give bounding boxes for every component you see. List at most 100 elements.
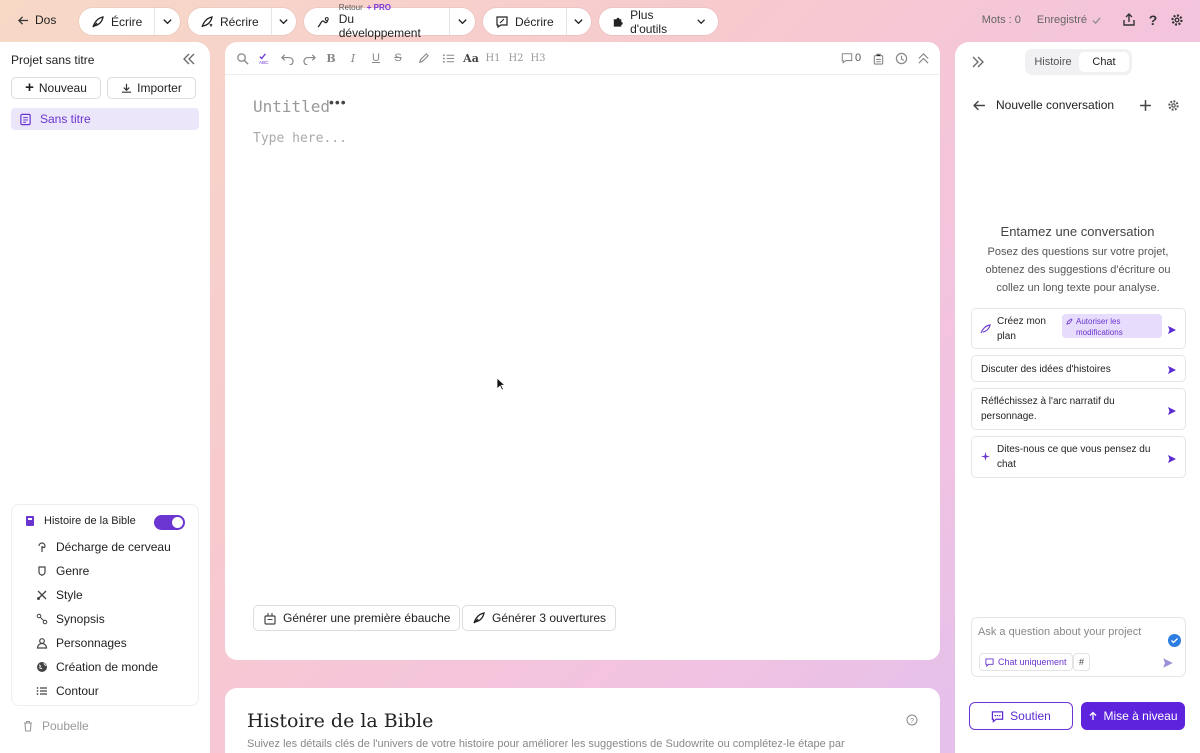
- history-icon[interactable]: [894, 51, 908, 65]
- arrow-up-icon: [1088, 711, 1098, 721]
- underline-icon[interactable]: U: [369, 51, 383, 65]
- search-icon[interactable]: [235, 51, 249, 65]
- upgrade-label: Mise à niveau: [1103, 709, 1178, 723]
- bible-item-outline[interactable]: Contour: [36, 684, 99, 698]
- bible-item-genre[interactable]: Genre: [36, 564, 89, 578]
- undo-icon[interactable]: [280, 51, 294, 65]
- hashtag-chip[interactable]: #: [1073, 653, 1091, 671]
- highlighter-icon[interactable]: [416, 51, 430, 65]
- puzzle-icon: [611, 15, 624, 29]
- arrow-left-icon: [18, 15, 29, 26]
- describe-tool: Décrire: [483, 8, 591, 35]
- write-dropdown[interactable]: [154, 8, 180, 35]
- heading2-icon[interactable]: H2: [508, 51, 523, 65]
- document-body-placeholder[interactable]: Type here...: [253, 131, 347, 146]
- help-circle-icon[interactable]: ?: [906, 714, 918, 726]
- italic-icon[interactable]: I: [346, 51, 360, 65]
- retour-button[interactable]: Retour + PRO Du développement: [304, 3, 449, 40]
- project-title[interactable]: Projet sans titre: [11, 53, 94, 67]
- sparkle-quill-icon: [980, 323, 991, 334]
- plus-icon[interactable]: [1139, 99, 1152, 112]
- send-icon: [1167, 324, 1177, 334]
- bullet-list-icon[interactable]: [441, 51, 455, 65]
- back-button[interactable]: Dos: [18, 13, 56, 27]
- strikethrough-icon[interactable]: S: [391, 51, 405, 65]
- bible-item-worldbuilding[interactable]: Création de monde: [36, 660, 158, 674]
- svg-text:?: ?: [910, 718, 914, 725]
- rewrite-dropdown[interactable]: [270, 8, 296, 35]
- chat-only-chip[interactable]: Chat uniquement: [979, 653, 1073, 671]
- story-bible-toggle[interactable]: [154, 515, 185, 530]
- bible-icon: [24, 515, 36, 527]
- suggestion-character-arc[interactable]: Réfléchissez à l'arc narratif du personn…: [971, 388, 1186, 430]
- redo-icon[interactable]: [302, 51, 316, 65]
- spellcheck-icon[interactable]: ABC: [257, 51, 271, 65]
- bible-item-synopsis[interactable]: Synopsis: [36, 612, 105, 626]
- import-button[interactable]: Importer: [107, 77, 196, 99]
- story-bible-header[interactable]: Histoire de la Bible: [24, 515, 136, 527]
- chevron-down-icon: [696, 19, 705, 25]
- bible-item-label: Contour: [56, 684, 99, 698]
- lock-document-icon[interactable]: [871, 51, 885, 65]
- suggestion-story-ideas[interactable]: Discuter des idées d'histoires: [971, 355, 1186, 382]
- font-size-icon[interactable]: Aa: [463, 51, 479, 65]
- story-bible-panel-title: Histoire de la Bible: [247, 710, 434, 732]
- empty-state-title: Entamez une conversation: [1000, 224, 1155, 239]
- trash-label: Poubelle: [42, 719, 89, 733]
- suggestion-create-plan[interactable]: Créez mon plan Autoriser les modificatio…: [971, 308, 1186, 349]
- retour-dropdown[interactable]: [449, 8, 475, 35]
- rewrite-button[interactable]: Récrire: [188, 8, 271, 35]
- top-toolbar: Dos Écrire Récrire Retour + PRO Du dévelo…: [0, 0, 1200, 42]
- help-icon[interactable]: ?: [1146, 13, 1160, 27]
- verified-check-icon: [1168, 634, 1181, 647]
- bible-item-style[interactable]: Style: [36, 588, 83, 602]
- document-title-placeholder[interactable]: Untitled: [253, 97, 330, 116]
- retour-tool: Retour + PRO Du développement: [304, 3, 475, 40]
- generate-first-draft-label: Générer une première ébauche: [283, 611, 451, 625]
- write-button[interactable]: Écrire: [79, 8, 154, 35]
- bible-item-brain-dump[interactable]: Décharge de cerveau: [36, 540, 171, 554]
- describe-dropdown[interactable]: [565, 8, 591, 35]
- story-bible-title: Histoire de la Bible: [44, 515, 136, 527]
- gear-icon[interactable]: [1167, 99, 1180, 112]
- editor-toolbar: ABC B I U S Aa H1 H2 H3 0: [225, 42, 940, 75]
- genre-icon: [36, 565, 48, 577]
- upgrade-button[interactable]: Mise à niveau: [1081, 702, 1185, 730]
- share-icon[interactable]: [1122, 13, 1136, 27]
- bible-item-label: Genre: [56, 564, 90, 578]
- collapse-left-icon[interactable]: [182, 52, 196, 66]
- tab-chat[interactable]: Chat: [1079, 52, 1129, 72]
- heading1-icon[interactable]: H1: [485, 51, 500, 65]
- bold-icon[interactable]: B: [324, 51, 338, 65]
- allow-edits-badge[interactable]: Autoriser les modifications: [1062, 314, 1162, 338]
- generate-openings-label: Générer 3 ouvertures: [492, 611, 607, 625]
- heading3-icon[interactable]: H3: [530, 51, 545, 65]
- new-button[interactable]: + Nouveau: [11, 77, 101, 99]
- document-more-button[interactable]: •••: [329, 94, 347, 110]
- tab-history[interactable]: Histoire: [1028, 52, 1078, 72]
- support-button[interactable]: Soutien: [969, 702, 1073, 730]
- comments-button[interactable]: 0: [839, 51, 863, 65]
- document-item[interactable]: Sans titre: [11, 108, 199, 130]
- conversation-title: Nouvelle conversation: [996, 98, 1115, 112]
- chat-bubble-icon: [985, 657, 994, 667]
- describe-button[interactable]: Décrire: [483, 8, 566, 35]
- chat-bubble-icon: [991, 710, 1004, 723]
- more-tools-button[interactable]: Plus d'outils: [599, 8, 718, 36]
- send-icon[interactable]: [1162, 657, 1174, 669]
- story-bible-panel: Histoire de la Bible ? Suivez les détail…: [225, 688, 940, 753]
- generate-first-draft-button[interactable]: Générer une première ébauche: [253, 605, 461, 631]
- chat-only-label: Chat uniquement: [998, 657, 1067, 667]
- bible-item-characters[interactable]: Personnages: [36, 636, 127, 650]
- chat-input[interactable]: [978, 626, 1164, 638]
- gear-icon[interactable]: [1170, 13, 1184, 27]
- suggestion-feedback[interactable]: Dites-nous ce que vous pensez du chat: [971, 436, 1186, 478]
- expand-right-icon[interactable]: [971, 55, 985, 69]
- arrow-left-icon[interactable]: [973, 99, 986, 112]
- describe-label: Décrire: [515, 14, 554, 29]
- generate-openings-button[interactable]: Générer 3 ouvertures: [462, 605, 617, 631]
- bible-item-label: Personnages: [56, 636, 127, 650]
- chevron-down-icon: [458, 19, 467, 25]
- collapse-up-icon[interactable]: [916, 51, 930, 65]
- trash-button[interactable]: Poubelle: [22, 719, 89, 733]
